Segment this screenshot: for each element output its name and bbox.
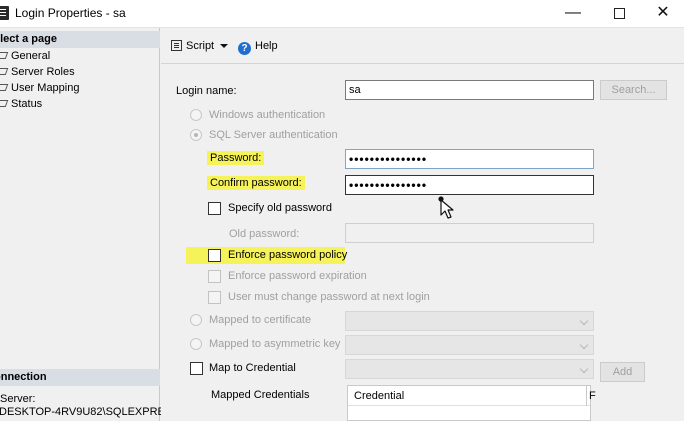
general-page-form: Login name: sa Search... Windows authent…	[161, 65, 684, 421]
specify-old-password-checkbox[interactable]	[208, 202, 221, 215]
mapped-certificate-radio[interactable]	[190, 314, 202, 326]
connection-header: onnection	[0, 369, 160, 386]
windows-auth-label: Windows authentication	[209, 109, 326, 121]
minimize-button[interactable]: —	[550, 0, 596, 28]
help-button[interactable]: ? Help	[238, 38, 278, 55]
map-credential-label: Map to Credential	[209, 362, 296, 374]
add-button[interactable]: Add	[600, 362, 645, 382]
window-icon	[0, 6, 9, 20]
enforce-expiration-label: Enforce password expiration	[228, 270, 367, 282]
credential-combobox[interactable]	[345, 359, 594, 379]
toolbar: Script ? Help	[161, 28, 684, 64]
script-label: Script	[186, 40, 215, 52]
help-icon: ?	[238, 42, 251, 55]
page-item-label: General	[11, 50, 51, 62]
mapped-certificate-label: Mapped to certificate	[209, 314, 312, 326]
confirm-password-label: Confirm password:	[207, 176, 305, 190]
mapped-credentials-grid[interactable]: Credential F	[347, 385, 596, 421]
select-page-pane: elect a page General Server Roles User M…	[0, 28, 164, 421]
asym-key-combobox[interactable]	[345, 335, 594, 355]
mapped-asym-key-label: Mapped to asymmetric key	[209, 338, 341, 350]
password-label: Password:	[207, 151, 265, 165]
sql-auth-radio[interactable]	[190, 129, 202, 141]
sql-auth-label: SQL Server authentication	[209, 129, 338, 141]
close-button[interactable]: ✕	[640, 0, 684, 28]
chevron-down-icon	[579, 340, 589, 350]
mapped-credentials-label: Mapped Credentials	[211, 389, 310, 401]
enforce-policy-checkbox[interactable]	[208, 249, 221, 262]
page-item-status[interactable]: Status	[0, 98, 42, 111]
password-input[interactable]: •••••••••••••••	[345, 149, 594, 169]
server-value: DESKTOP-4RV9U82\SQLEXPRE	[0, 406, 164, 418]
page-item-label: User Mapping	[11, 82, 80, 94]
must-change-checkbox[interactable]	[208, 291, 221, 304]
wrench-icon	[0, 82, 7, 92]
page-item-label: Status	[11, 98, 43, 110]
grid-header: Credential F	[348, 386, 596, 406]
script-button[interactable]: Script	[171, 38, 229, 54]
login-name-input[interactable]: sa	[345, 80, 594, 100]
page-item-user-mapping[interactable]: User Mapping	[0, 82, 79, 95]
credential-column-header[interactable]: Credential	[354, 390, 404, 402]
help-label: Help	[255, 40, 278, 52]
chevron-down-icon	[579, 364, 589, 374]
mapped-asym-key-radio[interactable]	[190, 338, 202, 350]
map-credential-checkbox[interactable]	[190, 362, 203, 375]
windows-auth-radio[interactable]	[190, 109, 202, 121]
page-item-general[interactable]: General	[0, 50, 50, 63]
search-button[interactable]: Search...	[600, 80, 667, 100]
maximize-button[interactable]	[596, 0, 642, 28]
specify-old-password-label: Specify old password	[228, 202, 332, 214]
title-bar: Login Properties - sa — ✕	[0, 0, 684, 28]
server-label: Server:	[0, 393, 36, 405]
enforce-expiration-checkbox[interactable]	[208, 270, 221, 283]
confirm-password-input[interactable]: •••••••••••••••	[345, 175, 594, 195]
old-password-label: Old password:	[229, 228, 300, 240]
page-item-label: Server Roles	[11, 66, 75, 78]
maximize-icon	[613, 8, 625, 19]
wrench-icon	[0, 98, 7, 108]
select-page-header: elect a page	[0, 31, 160, 48]
mouse-cursor-icon	[438, 196, 454, 219]
chevron-down-icon[interactable]	[220, 44, 229, 48]
page-item-server-roles[interactable]: Server Roles	[0, 66, 75, 79]
window-title: Login Properties - sa	[15, 6, 126, 20]
chevron-down-icon	[579, 316, 589, 326]
wrench-icon	[0, 50, 7, 60]
script-icon	[171, 40, 182, 51]
login-name-label: Login name:	[176, 85, 237, 97]
wrench-icon	[0, 66, 7, 76]
provider-column-header[interactable]: F	[586, 386, 596, 406]
must-change-label: User must change password at next login	[228, 291, 430, 303]
enforce-policy-label: Enforce password policy	[228, 249, 348, 261]
certificate-combobox[interactable]	[345, 311, 594, 331]
old-password-input[interactable]	[345, 223, 594, 243]
